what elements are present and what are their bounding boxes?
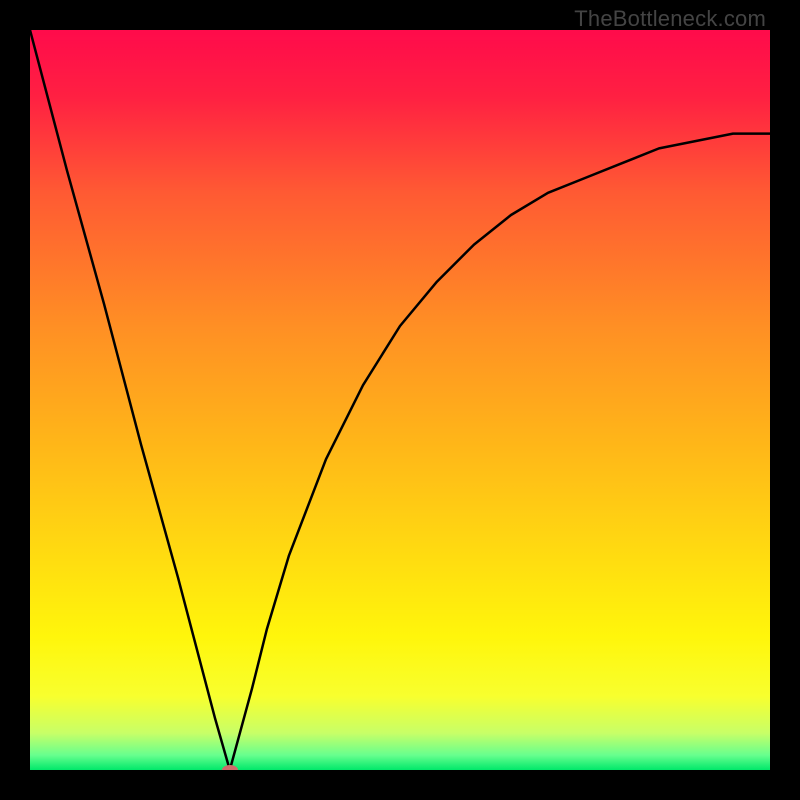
plot-area xyxy=(30,30,770,770)
minimum-marker-icon xyxy=(222,765,238,770)
curve-layer xyxy=(30,30,770,770)
chart-frame: TheBottleneck.com xyxy=(0,0,800,800)
bottleneck-curve xyxy=(30,30,770,770)
watermark-text: TheBottleneck.com xyxy=(574,6,766,32)
